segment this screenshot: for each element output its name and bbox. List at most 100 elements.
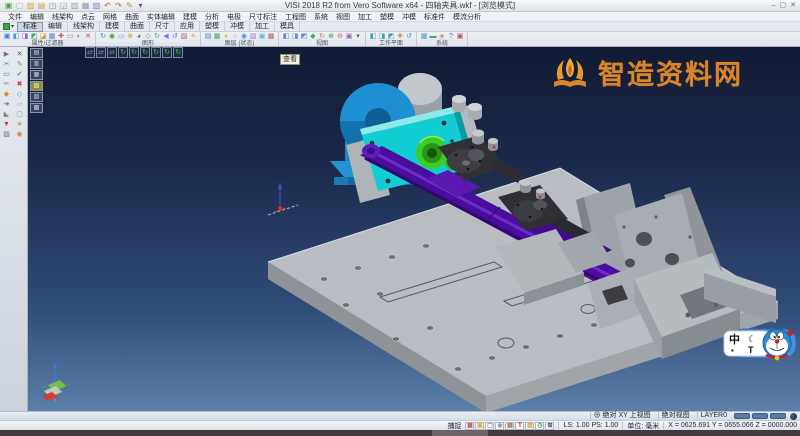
shade-icon[interactable]: ◕ [135,33,143,41]
open-file-icon[interactable]: ▨ [26,1,35,10]
light-icon[interactable]: ☀ [189,33,197,41]
viewport-3d[interactable]: ▤▥▦▧▨▩ ▱▱▱↻↻↻↻↻↻ 查看 智造资料网 [28,47,800,411]
layer-list-icon[interactable]: ▧ [249,33,257,41]
workplane-reset-icon[interactable]: ↺ [405,33,413,41]
tab-模具[interactable]: 模具 [275,22,300,31]
text-mode-icon[interactable]: T [515,422,524,430]
element-filter-icon[interactable]: ◪ [39,33,47,41]
save-icon[interactable]: ◳ [48,1,57,10]
current-layer-icon[interactable]: ◉ [240,33,248,41]
zoom-all-icon[interactable]: ◉ [108,33,116,41]
view-rotate-icon[interactable]: ↻ [129,47,139,58]
menu-item-加工[interactable]: 加工 [356,12,374,22]
tab-应用[interactable]: 应用 [175,22,200,31]
menu-item-尺寸标注[interactable]: 尺寸标注 [247,12,279,22]
render-mode-sphere-icon[interactable] [790,413,797,420]
workplane-xz-icon[interactable]: ◨ [378,33,386,41]
star-icon[interactable]: ★ [13,120,26,130]
page-view-icon[interactable]: ▱ [107,47,117,58]
view-orbit-icon[interactable]: ↻ [140,47,150,58]
close-button[interactable]: ✕ [790,1,796,10]
menu-item-冲模[interactable]: 冲模 [400,12,418,22]
iso-view-icon[interactable]: ◆ [309,33,317,41]
toolbar-options-icon[interactable]: ▾ [136,1,145,10]
menu-item-点云[interactable]: 点云 [79,12,97,22]
chevron-down-icon[interactable]: ▾ [11,23,14,30]
sketch-icon[interactable]: ✎ [13,60,26,70]
box-select-icon[interactable]: ▭ [0,70,13,80]
workplane-xy-icon[interactable]: ◧ [369,33,377,41]
menu-item-电极[interactable]: 电极 [225,12,243,22]
trim-icon[interactable]: ✂ [0,60,13,70]
corner-icon[interactable]: ◣ [0,110,13,120]
taskbar-button[interactable] [432,430,488,436]
menu-item-分析[interactable]: 分析 [203,12,221,22]
dynamic-rotate-icon[interactable]: ↻ [153,33,161,41]
snap-quad-icon[interactable]: ▤ [505,422,514,430]
tab-冲模[interactable]: 冲模 [225,22,250,31]
named-views-icon[interactable]: ▾ [354,33,362,41]
menu-item-模流分析[interactable]: 模流分析 [451,12,483,22]
texture-icon[interactable]: ▨ [0,130,13,140]
plane-icon[interactable]: ▱ [13,100,26,110]
tab-尺寸[interactable]: 尺寸 [150,22,175,31]
windows-taskbar[interactable] [0,430,800,436]
ime-mode-indicator[interactable]: 中 [729,332,740,346]
layer-color-chip[interactable] [734,413,750,419]
database-icon[interactable]: ▬ [429,33,437,41]
menu-item-编辑[interactable]: 编辑 [28,12,46,22]
redraw-icon[interactable]: ↻ [99,33,107,41]
zoom-out-icon[interactable]: ⊖ [336,33,344,41]
refresh-icon[interactable]: ↺ [171,33,179,41]
move-icon[interactable]: ➔ [0,100,13,110]
menu-item-视图[interactable]: 视图 [334,12,352,22]
select-all-icon[interactable]: ▭ [66,33,74,41]
layers-dock-button[interactable]: ▦ [30,70,43,80]
menu-item-线架构[interactable]: 线架构 [50,12,75,22]
layer-color-chip[interactable] [752,413,768,419]
side-view-icon[interactable]: ◩ [300,33,308,41]
menu-item-网格[interactable]: 网格 [101,12,119,22]
invert-selection-icon[interactable]: ◐ [75,33,83,41]
layer-indicator[interactable]: LAYER0 [697,412,730,420]
delete-icon[interactable]: ✕ [13,50,26,60]
confirm-icon[interactable]: ✔ [13,70,26,80]
new-file-icon[interactable]: ▢ [15,1,24,10]
help-icon[interactable]: ? [447,33,455,41]
view-indicator[interactable]: 绝对视图 [658,412,693,420]
assembly-dock-button[interactable]: ▥ [30,59,43,69]
copy-icon[interactable]: ▦ [81,1,90,10]
edit-icon[interactable]: ✎ [125,1,134,10]
ime-text-icon[interactable]: T [748,345,754,355]
select-arrow-icon[interactable]: ▶ [0,50,13,60]
previous-view-icon[interactable]: ◀ [162,33,170,41]
redo-icon[interactable]: ↷ [114,1,123,10]
active-color-swatch[interactable] [3,23,10,30]
workplane-custom-icon[interactable]: ✚ [396,33,404,41]
ime-symbol-icon[interactable]: ▪ [731,346,734,355]
visi-logo-icon[interactable]: ▣ [4,1,13,10]
new-layer-icon[interactable]: ▦ [213,33,221,41]
color-filter-icon[interactable]: ◧ [12,33,20,41]
ime-fullhalf-icon[interactable]: ☾ [748,334,756,344]
view-reset-icon[interactable]: ↻ [173,47,183,58]
minimize-button[interactable]: ‒ [772,1,776,10]
layer-off-icon[interactable]: ○ [231,33,239,41]
calculator-icon[interactable]: ▦ [420,33,428,41]
attribute-copy-icon[interactable]: ▦ [48,33,56,41]
layer-on-icon[interactable]: ● [222,33,230,41]
tab-编辑[interactable]: 编辑 [43,22,68,31]
workplane-indicator[interactable]: ⊕ 绝对 XY 上视图 [590,412,654,420]
snap-center-icon[interactable]: ◉ [495,422,504,430]
pan-icon[interactable]: ⊕ [126,33,134,41]
menu-item-塑模[interactable]: 塑模 [378,12,396,22]
exit-icon[interactable]: ▣ [456,33,464,41]
layer-color-chip[interactable] [770,413,786,419]
export-icon[interactable]: ▧ [92,1,101,10]
clock-icon[interactable]: ◷ [535,422,544,430]
model-assembly[interactable] [28,47,800,411]
tab-加工[interactable]: 加工 [250,22,275,31]
print-icon[interactable]: ▥ [70,1,79,10]
features-dock-button[interactable]: ▧ [30,81,43,91]
undo-icon[interactable]: ↶ [103,1,112,10]
